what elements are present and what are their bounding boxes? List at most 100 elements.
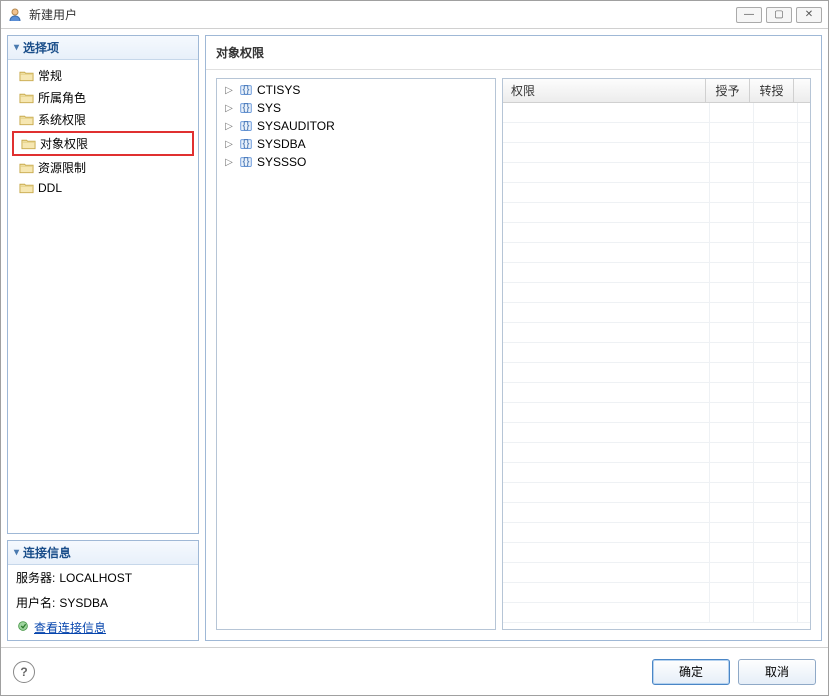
schema-icon: {}	[238, 155, 254, 169]
nav-list: 常规所属角色系统权限对象权限资源限制 DDL	[8, 60, 198, 202]
folder-icon	[18, 91, 34, 105]
tree-item-label: SYSDBA	[257, 137, 306, 151]
user-row: 用户名: SYSDBA	[8, 590, 198, 615]
nav-item-label: 对象权限	[40, 135, 88, 152]
nav-item-label: 所属角色	[38, 89, 86, 106]
table-row	[503, 243, 810, 263]
nav-item[interactable]: 对象权限	[12, 131, 194, 156]
user-label: 用户名:	[16, 594, 55, 611]
table-row	[503, 403, 810, 423]
collapse-icon: ▾	[14, 547, 19, 558]
tree-item-label: SYS	[257, 101, 281, 115]
svg-text:{}: {}	[242, 156, 250, 168]
tree-item-label: SYSSSO	[257, 155, 306, 169]
schema-icon: {}	[238, 137, 254, 151]
auth-col-header[interactable]: 授予	[706, 79, 750, 102]
table-row	[503, 323, 810, 343]
trans-col-header[interactable]: 转授	[750, 79, 794, 102]
table-row	[503, 123, 810, 143]
expand-icon[interactable]: ▷	[223, 139, 235, 150]
maximize-button[interactable]: ▢	[766, 7, 792, 23]
table-row	[503, 363, 810, 383]
connection-link-icon	[16, 619, 30, 636]
folder-icon	[18, 161, 34, 175]
connection-panel-header[interactable]: ▾ 连接信息	[8, 541, 198, 565]
collapse-icon: ▾	[14, 42, 19, 53]
view-connection-link[interactable]: 查看连接信息	[34, 619, 106, 636]
table-row	[503, 583, 810, 603]
window-title: 新建用户	[29, 6, 736, 23]
tree-item[interactable]: ▷ {} SYSSSO	[219, 153, 493, 171]
table-row	[503, 203, 810, 223]
cancel-button[interactable]: 取消	[738, 659, 816, 685]
tree-item-label: CTISYS	[257, 83, 300, 97]
main-title: 对象权限	[206, 36, 821, 70]
schema-icon: {}	[238, 101, 254, 115]
table-row	[503, 223, 810, 243]
folder-icon	[18, 181, 34, 195]
table-row	[503, 523, 810, 543]
permission-table: 权限 授予 转授	[502, 78, 811, 630]
expand-icon[interactable]: ▷	[223, 103, 235, 114]
tree-item[interactable]: ▷ {} SYSAUDITOR	[219, 117, 493, 135]
expand-icon[interactable]: ▷	[223, 157, 235, 168]
table-row	[503, 183, 810, 203]
help-icon[interactable]: ?	[13, 661, 35, 683]
svg-text:{}: {}	[242, 138, 250, 150]
table-row	[503, 543, 810, 563]
connection-panel: ▾ 连接信息 服务器: LOCALHOST 用户名: SYSDBA 查看连接信息	[7, 540, 199, 641]
main-content: ▷ {} CTISYS ▷ {} SYS ▷ {} SYSAUDITOR ▷ {} SYSDBA ▷ {}…	[206, 70, 821, 640]
body: ▾ 选择项 常规所属角色系统权限对象权限资源限制DDL ▾ 连接信息 服务器: …	[1, 29, 828, 647]
nav-item[interactable]: 系统权限	[12, 109, 194, 130]
tree-item[interactable]: ▷ {} SYS	[219, 99, 493, 117]
user-value: SYSDBA	[59, 596, 108, 610]
tree-item-label: SYSAUDITOR	[257, 119, 335, 133]
expand-icon[interactable]: ▷	[223, 121, 235, 132]
table-row	[503, 103, 810, 123]
table-row	[503, 483, 810, 503]
minimize-button[interactable]: ―	[736, 7, 762, 23]
folder-icon	[18, 69, 34, 83]
footer: ? 确定 取消	[1, 647, 828, 695]
expand-icon[interactable]: ▷	[223, 85, 235, 96]
nav-item[interactable]: 所属角色	[12, 87, 194, 108]
table-row	[503, 343, 810, 363]
tree-item[interactable]: ▷ {} CTISYS	[219, 81, 493, 99]
nav-item-label: DDL	[38, 181, 62, 195]
table-row	[503, 163, 810, 183]
perm-table-body	[503, 103, 810, 629]
nav-item[interactable]: 常规	[12, 65, 194, 86]
options-panel-title: 选择项	[23, 39, 59, 56]
table-row	[503, 423, 810, 443]
server-value: LOCALHOST	[59, 571, 132, 585]
schema-icon: {}	[238, 83, 254, 97]
titlebar: 新建用户 ― ▢ ✕	[1, 1, 828, 29]
nav-item[interactable]: 资源限制	[12, 157, 194, 178]
view-connection-row: 查看连接信息	[8, 615, 198, 640]
close-button[interactable]: ✕	[796, 7, 822, 23]
server-label: 服务器:	[16, 569, 55, 586]
ok-button[interactable]: 确定	[652, 659, 730, 685]
table-row	[503, 463, 810, 483]
nav-item[interactable]: DDL	[12, 179, 194, 197]
right-column: 对象权限 ▷ {} CTISYS ▷ {} SYS ▷ {} SYSAUDITOR ▷ {} SYSD…	[205, 35, 822, 641]
table-row	[503, 263, 810, 283]
table-row	[503, 283, 810, 303]
table-row	[503, 503, 810, 523]
schema-icon: {}	[238, 119, 254, 133]
object-tree[interactable]: ▷ {} CTISYS ▷ {} SYS ▷ {} SYSAUDITOR ▷ {} SYSDBA ▷ {}…	[216, 78, 496, 630]
user-icon	[7, 7, 23, 23]
svg-text:{}: {}	[242, 84, 250, 96]
options-panel-header[interactable]: ▾ 选择项	[8, 36, 198, 60]
svg-text:{}: {}	[242, 120, 250, 132]
svg-text:{}: {}	[242, 102, 250, 114]
perm-table-header: 权限 授予 转授	[503, 79, 810, 103]
perm-col-header[interactable]: 权限	[503, 79, 706, 102]
tree-item[interactable]: ▷ {} SYSDBA	[219, 135, 493, 153]
connection-panel-title: 连接信息	[23, 544, 71, 561]
table-row	[503, 603, 810, 623]
window-controls: ― ▢ ✕	[736, 7, 822, 23]
window: 新建用户 ― ▢ ✕ ▾ 选择项 常规所属角色系统权限对象权限资源限制DDL ▾…	[0, 0, 829, 696]
options-panel: ▾ 选择项 常规所属角色系统权限对象权限资源限制 DDL	[7, 35, 199, 534]
folder-icon	[18, 113, 34, 127]
